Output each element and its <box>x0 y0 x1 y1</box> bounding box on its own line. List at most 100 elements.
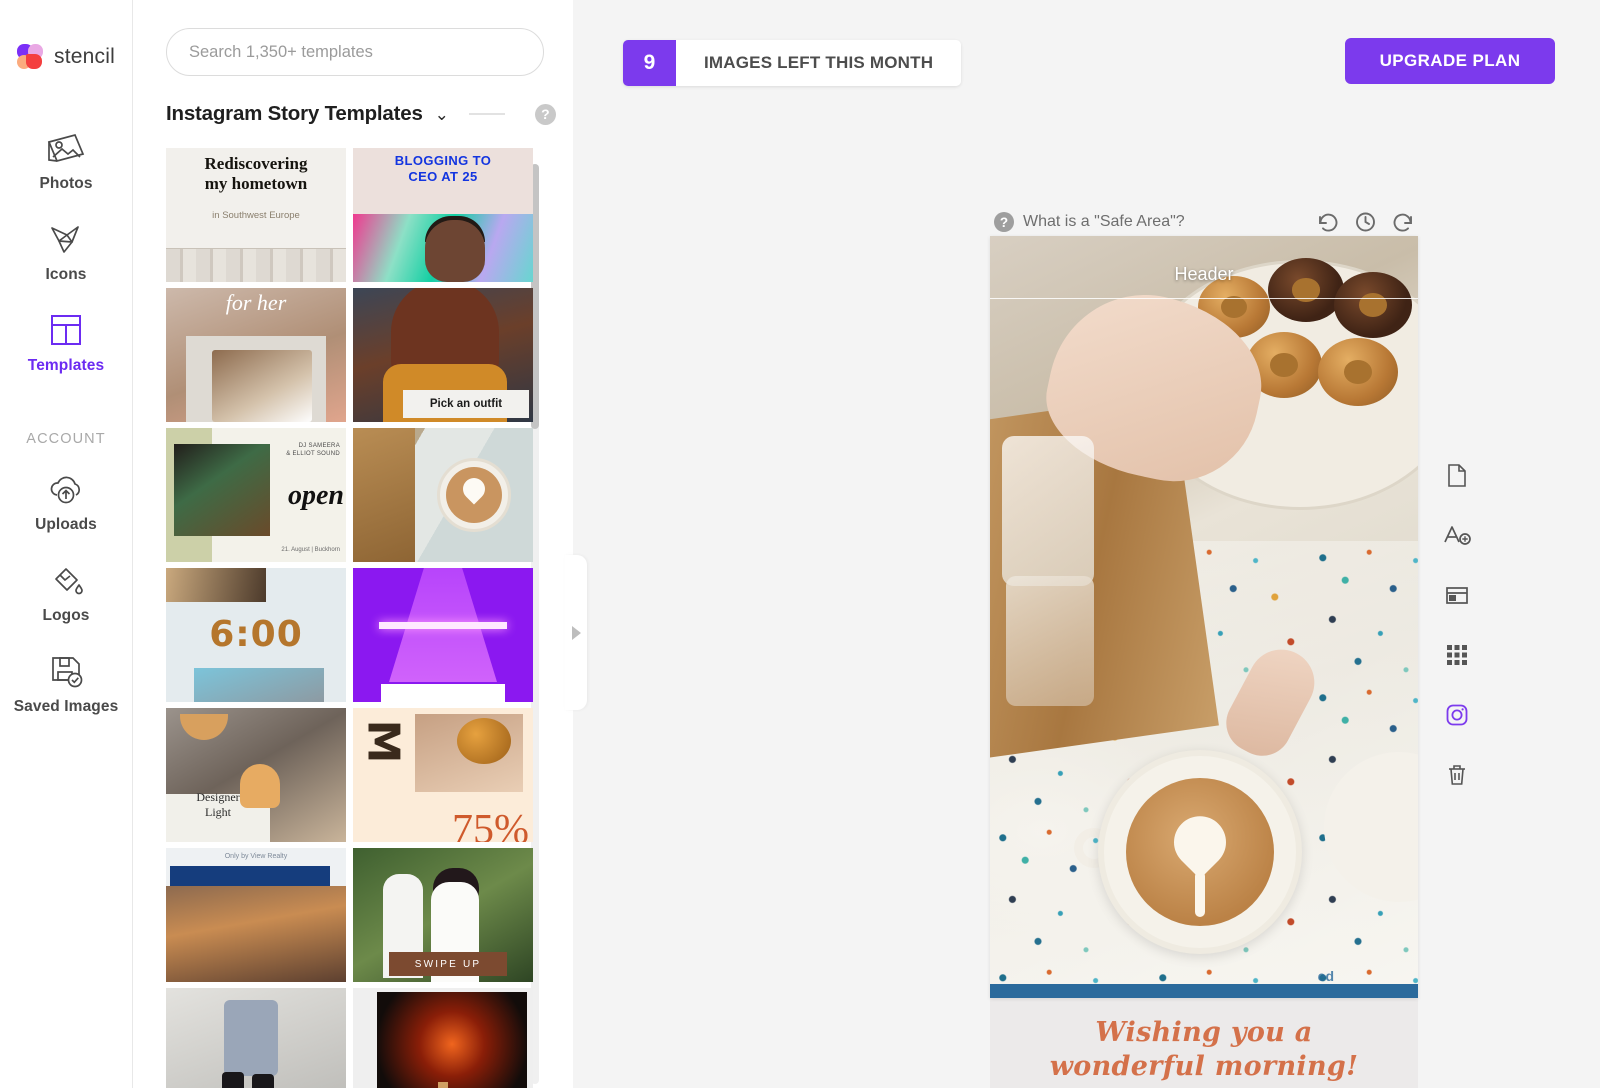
safe-area-help-link[interactable]: ? What is a "Safe Area"? <box>994 212 1185 232</box>
template-card[interactable]: Pick an outfit <box>353 288 533 422</box>
images-quota-badge: 9 IMAGES LEFT THIS MONTH <box>623 40 962 86</box>
sidebar-label-templates: Templates <box>27 357 105 374</box>
brand-logo[interactable]: stencil <box>17 44 115 70</box>
sidebar-label-saved-images: Saved Images <box>13 698 119 715</box>
template-art <box>438 1082 448 1088</box>
brand-name: stencil <box>54 45 115 68</box>
sidebar-item-logos[interactable]: Logos <box>0 548 132 639</box>
template-card[interactable] <box>353 988 533 1088</box>
template-art <box>166 886 346 982</box>
icons-icon <box>43 219 89 259</box>
sidebar-label-icons: Icons <box>45 266 87 283</box>
template-art: M <box>357 719 409 764</box>
template-card[interactable] <box>166 988 346 1088</box>
sidebar-label-uploads: Uploads <box>35 516 97 533</box>
sidebar-item-icons[interactable]: Icons <box>0 207 132 298</box>
sidebar-item-uploads[interactable]: Uploads <box>0 457 132 548</box>
nav-items: Photos Icons Templates ACCOUNT Uploads L… <box>0 116 132 730</box>
message-line-2: wonderful morning! <box>1049 1051 1359 1082</box>
templates-icon <box>43 310 89 350</box>
floppy-check-icon <box>43 651 89 691</box>
template-caption: Only by View Realty <box>224 853 288 860</box>
template-art <box>170 866 330 886</box>
template-heading: 75% <box>452 807 529 842</box>
template-date: 21. August | Buckhorn <box>281 547 340 553</box>
template-card[interactable]: Rediscovering my hometown in Southwest Eu… <box>166 148 346 282</box>
template-card[interactable]: Only by View Realty <box>166 848 346 982</box>
canvas-area: ? What is a "Safe Area"? Header ed Wishi… <box>990 208 1422 1088</box>
templates-panel: Instagram Story Templates ⌄ ? Rediscover… <box>133 0 573 1088</box>
sidebar-item-templates[interactable]: Templates <box>0 298 132 389</box>
template-art <box>425 220 485 282</box>
sidebar-label-logos: Logos <box>42 607 90 624</box>
template-card[interactable]: BLOGGING TO CEO AT 25 <box>353 148 533 282</box>
sidebar-item-photos[interactable]: Photos <box>0 116 132 207</box>
template-card[interactable]: for her <box>166 288 346 422</box>
template-art <box>222 1072 244 1088</box>
safe-area-help-text: What is a "Safe Area"? <box>1023 213 1185 230</box>
panel-expand-handle[interactable] <box>565 555 587 710</box>
message-line-1: Wishing you a <box>1095 1017 1313 1049</box>
upgrade-plan-button[interactable]: UPGRADE PLAN <box>1345 38 1555 84</box>
header-label[interactable]: Header <box>990 264 1418 285</box>
template-heading: 6:00 <box>209 614 303 655</box>
template-heading: for her <box>225 290 287 315</box>
template-art <box>174 444 270 536</box>
grid-icon[interactable] <box>1442 640 1472 670</box>
undo-icon[interactable] <box>1315 211 1339 233</box>
template-chip: SWIPE UP <box>389 952 507 976</box>
template-card[interactable]: SWIPE UP <box>353 848 533 982</box>
template-chip: Pick an outfit <box>403 390 529 418</box>
templates-scroll-area[interactable]: Rediscovering my hometown in Southwest Eu… <box>166 148 544 1088</box>
template-art <box>224 1000 278 1076</box>
template-art <box>379 622 507 629</box>
page-icon[interactable] <box>1442 460 1472 490</box>
template-art <box>252 1074 274 1088</box>
history-clock-icon[interactable] <box>1354 211 1377 233</box>
sidebar-label-photos: Photos <box>39 175 93 192</box>
search-box[interactable] <box>166 28 544 76</box>
message-band[interactable]: Wishing you a wonderful morning! <box>990 998 1418 1088</box>
chevron-down-icon[interactable]: ⌄ <box>435 106 449 123</box>
search-input[interactable] <box>189 42 521 62</box>
template-card[interactable]: Designer Light <box>166 708 346 842</box>
question-mark-icon: ? <box>994 212 1014 232</box>
artboard-photo <box>990 236 1418 998</box>
chevron-right-icon <box>571 625 581 640</box>
template-card[interactable]: M 75% <box>353 708 533 842</box>
safe-area-guide <box>990 298 1418 299</box>
quota-label: IMAGES LEFT THIS MONTH <box>676 40 962 86</box>
templates-grid: Rediscovering my hometown in Southwest Eu… <box>166 148 544 1088</box>
search-area <box>133 0 573 76</box>
artboard[interactable]: Header ed <box>990 236 1418 998</box>
template-card[interactable] <box>353 428 533 562</box>
template-card[interactable] <box>353 568 533 702</box>
redo-icon[interactable] <box>1392 211 1416 233</box>
add-text-icon[interactable] <box>1442 520 1472 550</box>
panel-header: Instagram Story Templates ⌄ ? <box>133 76 573 126</box>
panel-title: Instagram Story Templates <box>166 102 423 125</box>
help-icon[interactable]: ? <box>534 103 556 125</box>
template-art <box>166 248 346 282</box>
stencil-mark-icon <box>17 44 45 70</box>
instagram-icon[interactable] <box>1442 700 1472 730</box>
header-divider <box>468 113 505 115</box>
sidebar-item-saved-images[interactable]: Saved Images <box>0 639 132 730</box>
top-bar: 9 IMAGES LEFT THIS MONTH UPGRADE PLAN <box>573 0 1600 120</box>
template-art <box>212 350 312 422</box>
template-card[interactable]: DJ SAMEERA & ELLIOT SOUND open 21. August… <box>166 428 346 562</box>
template-credit: DJ SAMEERA & ELLIOT SOUND <box>286 443 340 458</box>
template-art <box>353 428 415 562</box>
template-heading: Designer Light <box>196 790 240 819</box>
paint-bucket-icon <box>43 560 89 600</box>
trash-icon[interactable] <box>1442 760 1472 790</box>
banner-icon[interactable] <box>1442 580 1472 610</box>
right-tool-column <box>1442 460 1472 790</box>
template-heading: Rediscovering my hometown <box>204 154 308 193</box>
template-card[interactable]: 6:00 <box>166 568 346 702</box>
left-nav-rail: stencil Photos Icons Templates ACCOUNT U… <box>0 0 133 1088</box>
editor-stage: 9 IMAGES LEFT THIS MONTH UPGRADE PLAN ? … <box>565 0 1600 1088</box>
template-subheading: in Southwest Europe <box>212 210 300 221</box>
template-art <box>381 684 505 702</box>
artboard-watermark: ed <box>1317 968 1334 984</box>
